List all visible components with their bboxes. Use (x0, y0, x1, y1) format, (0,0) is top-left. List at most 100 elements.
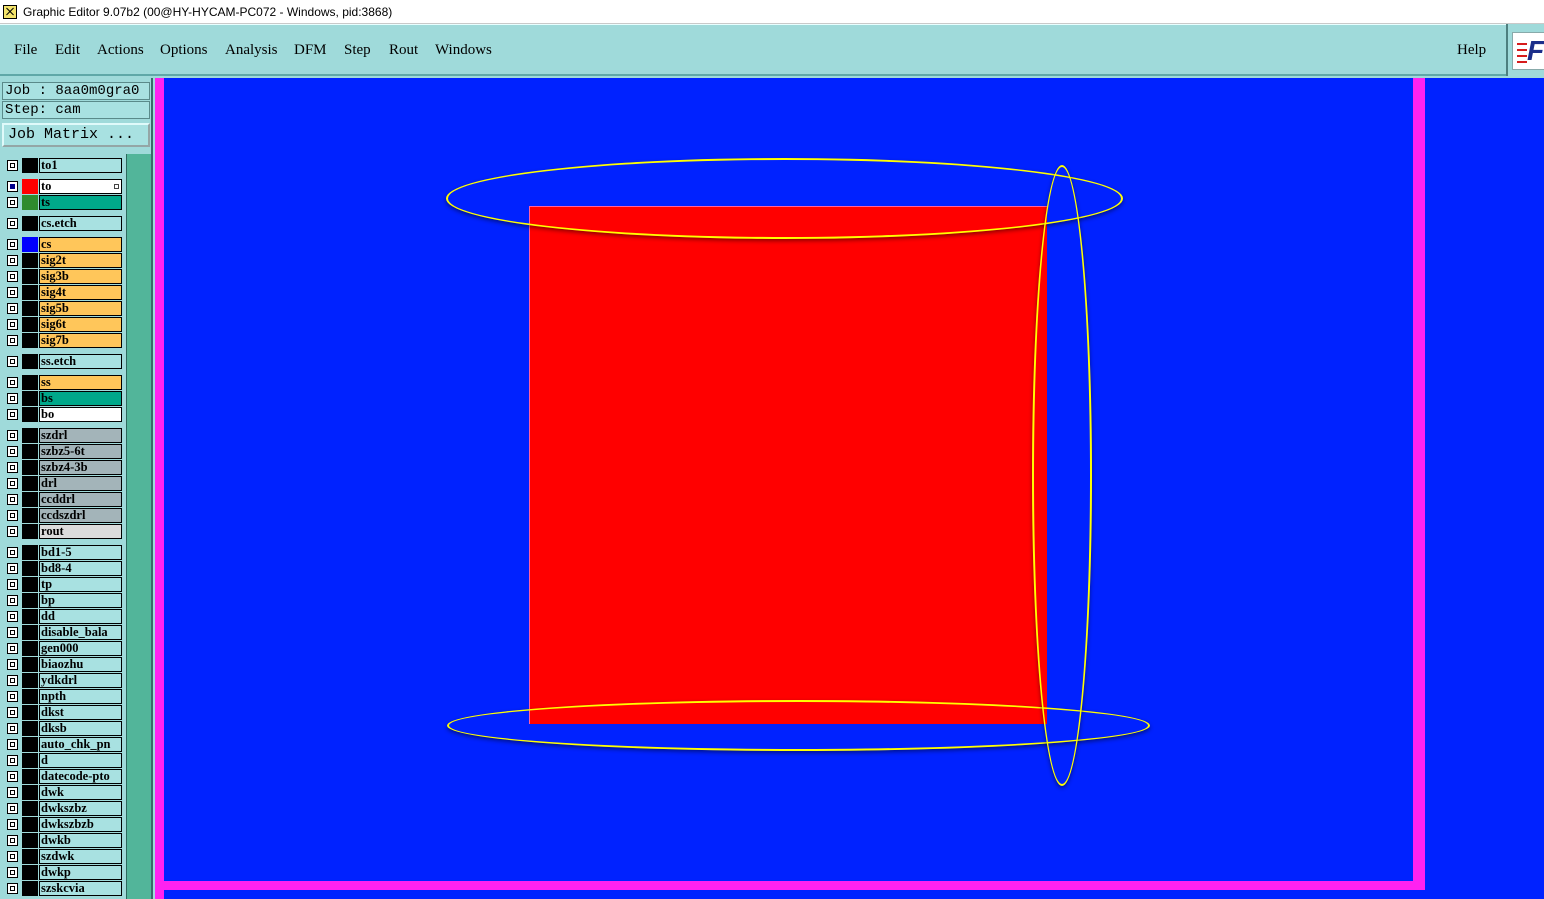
layer-color-swatch[interactable] (22, 769, 38, 784)
layer-checkbox[interactable] (7, 723, 18, 734)
menu-actions[interactable]: Actions (97, 42, 144, 59)
layer-row[interactable]: d (5, 753, 122, 768)
menu-edit[interactable]: Edit (55, 42, 80, 59)
layer-name[interactable]: szbz5-6t (39, 444, 122, 459)
layer-row[interactable]: drl (5, 476, 122, 491)
layer-row[interactable]: bp (5, 593, 122, 608)
layer-row[interactable]: dwk (5, 785, 122, 800)
layer-row[interactable]: sig3b (5, 269, 122, 284)
layer-color-swatch[interactable] (22, 285, 38, 300)
layer-checkbox[interactable] (7, 446, 18, 457)
menu-dfm[interactable]: DFM (294, 42, 327, 59)
layer-checkbox[interactable] (7, 430, 18, 441)
layer-name[interactable]: bs (39, 391, 122, 406)
layer-checkbox[interactable] (7, 611, 18, 622)
layer-color-swatch[interactable] (22, 849, 38, 864)
layer-name[interactable]: dwkszbz (39, 801, 122, 816)
layer-row[interactable]: to1 (5, 158, 122, 173)
layer-name[interactable]: ccdszdrl (39, 508, 122, 523)
layer-row[interactable]: dkst (5, 705, 122, 720)
layer-row[interactable]: gen000 (5, 641, 122, 656)
layer-row[interactable]: ydkdrl (5, 673, 122, 688)
layer-checkbox[interactable] (7, 287, 18, 298)
layer-row[interactable]: disable_bala (5, 625, 122, 640)
layer-color-swatch[interactable] (22, 179, 38, 194)
layer-color-swatch[interactable] (22, 657, 38, 672)
layer-name[interactable]: szbz4-3b (39, 460, 122, 475)
layer-checkbox[interactable] (7, 239, 18, 250)
layer-name[interactable]: datecode-pto (39, 769, 122, 784)
layer-row[interactable]: szbz5-6t (5, 444, 122, 459)
layer-name[interactable]: dwkszbzb (39, 817, 122, 832)
layer-color-swatch[interactable] (22, 476, 38, 491)
menu-options[interactable]: Options (160, 42, 208, 59)
layer-color-swatch[interactable] (22, 881, 38, 896)
layer-checkbox[interactable] (7, 803, 18, 814)
layer-row[interactable]: bd8-4 (5, 561, 122, 576)
layer-name[interactable]: rout (39, 524, 122, 539)
layer-color-swatch[interactable] (22, 333, 38, 348)
layer-row[interactable]: auto_chk_pn (5, 737, 122, 752)
layer-row[interactable]: ss.etch (5, 354, 122, 369)
layer-row[interactable]: sig4t (5, 285, 122, 300)
layer-row[interactable]: ccdszdrl (5, 508, 122, 523)
layer-checkbox[interactable] (7, 255, 18, 266)
layer-row[interactable]: biaozhu (5, 657, 122, 672)
layer-checkbox[interactable] (7, 819, 18, 830)
layer-checkbox[interactable] (7, 181, 18, 192)
layer-color-swatch[interactable] (22, 428, 38, 443)
layer-name[interactable]: dwkb (39, 833, 122, 848)
layer-checkbox[interactable] (7, 303, 18, 314)
graphic-canvas[interactable] (155, 78, 1544, 899)
layer-checkbox[interactable] (7, 160, 18, 171)
layer-row[interactable]: rout (5, 524, 122, 539)
layer-row[interactable]: dwkp (5, 865, 122, 880)
layer-name[interactable]: dd (39, 609, 122, 624)
layer-color-swatch[interactable] (22, 460, 38, 475)
layer-name[interactable]: szskcvia (39, 881, 122, 896)
layer-color-swatch[interactable] (22, 785, 38, 800)
layer-row[interactable]: szbz4-3b (5, 460, 122, 475)
layer-row[interactable]: szdrl (5, 428, 122, 443)
layer-color-swatch[interactable] (22, 195, 38, 210)
menu-help[interactable]: Help (1457, 42, 1486, 59)
layer-color-swatch[interactable] (22, 375, 38, 390)
layer-row[interactable]: ccddrl (5, 492, 122, 507)
layer-row[interactable]: to (5, 179, 122, 194)
menu-windows[interactable]: Windows (435, 42, 492, 59)
layer-color-swatch[interactable] (22, 237, 38, 252)
layer-checkbox[interactable] (7, 356, 18, 367)
layer-row[interactable]: bo (5, 407, 122, 422)
layer-name[interactable]: sig4t (39, 285, 122, 300)
layer-color-swatch[interactable] (22, 407, 38, 422)
layer-checkbox[interactable] (7, 335, 18, 346)
layer-list-scrollbar[interactable] (126, 154, 151, 899)
layer-checkbox[interactable] (7, 755, 18, 766)
layer-row[interactable]: ts (5, 195, 122, 210)
layer-name[interactable]: to (39, 179, 122, 194)
layer-name[interactable]: ts (39, 195, 122, 210)
layer-row[interactable]: dd (5, 609, 122, 624)
layer-color-swatch[interactable] (22, 269, 38, 284)
layer-checkbox[interactable] (7, 675, 18, 686)
layer-color-swatch[interactable] (22, 817, 38, 832)
layer-color-swatch[interactable] (22, 508, 38, 523)
layer-color-swatch[interactable] (22, 737, 38, 752)
layer-checkbox[interactable] (7, 707, 18, 718)
layer-row[interactable]: cs (5, 237, 122, 252)
layer-row[interactable]: datecode-pto (5, 769, 122, 784)
layer-checkbox[interactable] (7, 547, 18, 558)
layer-name[interactable]: bp (39, 593, 122, 608)
layer-checkbox[interactable] (7, 462, 18, 473)
layer-row[interactable]: tp (5, 577, 122, 592)
layer-name[interactable]: dksb (39, 721, 122, 736)
layer-checkbox[interactable] (7, 787, 18, 798)
layer-name[interactable]: bd8-4 (39, 561, 122, 576)
layer-color-swatch[interactable] (22, 216, 38, 231)
layer-name[interactable]: sig3b (39, 269, 122, 284)
app-icon[interactable] (3, 4, 17, 19)
layer-checkbox[interactable] (7, 739, 18, 750)
layer-name[interactable]: drl (39, 476, 122, 491)
layer-color-swatch[interactable] (22, 577, 38, 592)
layer-name[interactable]: biaozhu (39, 657, 122, 672)
